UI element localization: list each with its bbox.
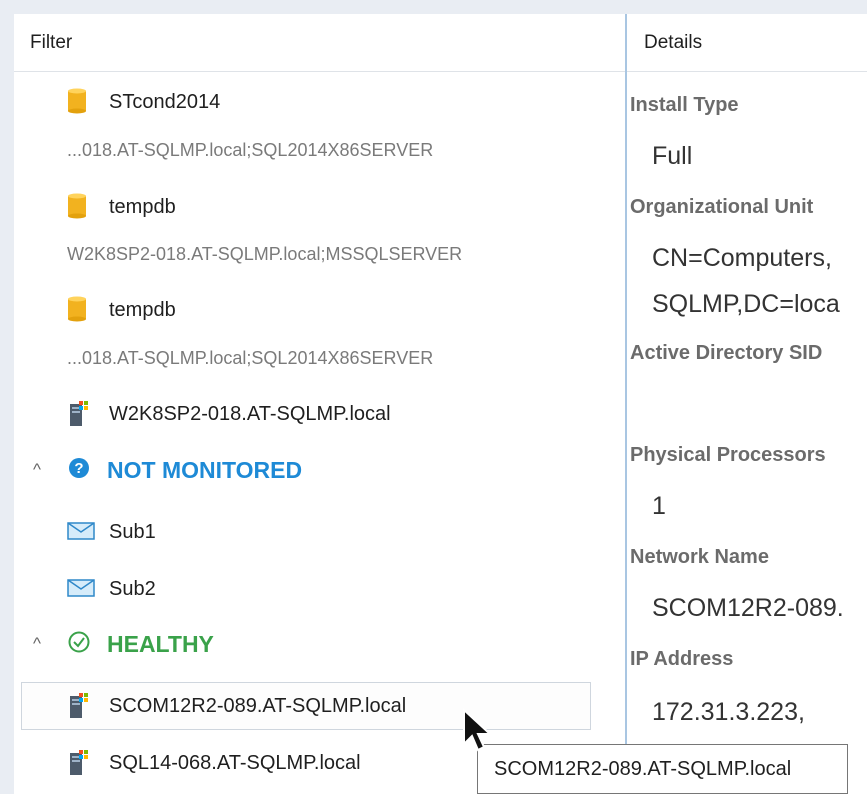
database-icon [67, 296, 93, 324]
hover-tooltip: SCOM12R2-089.AT-SQLMP.local [477, 744, 848, 794]
group-healthy[interactable]: ^ HEALTHY [14, 624, 625, 664]
tree-item-tempdb[interactable]: tempdb [14, 288, 625, 332]
filter-header[interactable]: Filter [14, 14, 625, 72]
database-icon [67, 88, 93, 116]
detail-label: IP Address [630, 648, 734, 670]
detail-value: CN=Computers, [652, 244, 832, 272]
detail-value: 172.31.3.223, [652, 698, 805, 726]
tree-item-tempdb[interactable]: tempdb [14, 185, 625, 229]
check-circle-icon [68, 631, 90, 658]
detail-label: Network Name [630, 546, 769, 568]
tree-item-sub2[interactable]: Sub2 [14, 567, 625, 611]
chevron-up-icon[interactable]: ^ [33, 634, 41, 654]
detail-value: Full [652, 142, 693, 170]
detail-value: SQLMP,DC=loca [652, 290, 840, 318]
detail-label: Organizational Unit [630, 196, 814, 218]
detail-label: Active Directory SID [630, 342, 823, 364]
detail-value: SCOM12R2-089. [652, 594, 844, 622]
details-panel: Details Install Type Full Organizational… [627, 14, 867, 794]
mouse-cursor-icon [460, 707, 494, 757]
tree-item-subtitle: ...018.AT-SQLMP.local;SQL2014X86SERVER [67, 140, 434, 160]
server-icon [67, 692, 93, 720]
subscription-envelope-icon [67, 577, 95, 605]
tree-item-subtitle: ...018.AT-SQLMP.local;SQL2014X86SERVER [67, 348, 434, 368]
detail-value: 1 [652, 492, 666, 520]
question-circle-icon: ? [68, 457, 90, 484]
tree-item-server-selected[interactable]: SCOM12R2-089.AT-SQLMP.local [14, 684, 625, 728]
tree-item-stcond2014[interactable]: STcond2014 [14, 80, 625, 124]
database-icon [67, 193, 93, 221]
svg-text:?: ? [74, 460, 83, 477]
tree-item-server[interactable]: W2K8SP2-018.AT-SQLMP.local [14, 392, 625, 436]
details-header: Details [627, 14, 867, 72]
tree-item-sub1[interactable]: Sub1 [14, 510, 625, 554]
server-icon [67, 400, 93, 428]
chevron-up-icon[interactable]: ^ [33, 460, 41, 480]
tree-item-subtitle: W2K8SP2-018.AT-SQLMP.local;MSSQLSERVER [67, 244, 463, 264]
detail-label: Physical Processors [630, 444, 826, 466]
server-icon [67, 749, 93, 777]
detail-label: Install Type [630, 94, 739, 116]
group-not-monitored[interactable]: ^ ? NOT MONITORED [14, 450, 625, 490]
subscription-envelope-icon [67, 520, 95, 548]
filter-panel: Filter STcond2014 ...018.AT-SQLMP.local;… [14, 14, 625, 794]
